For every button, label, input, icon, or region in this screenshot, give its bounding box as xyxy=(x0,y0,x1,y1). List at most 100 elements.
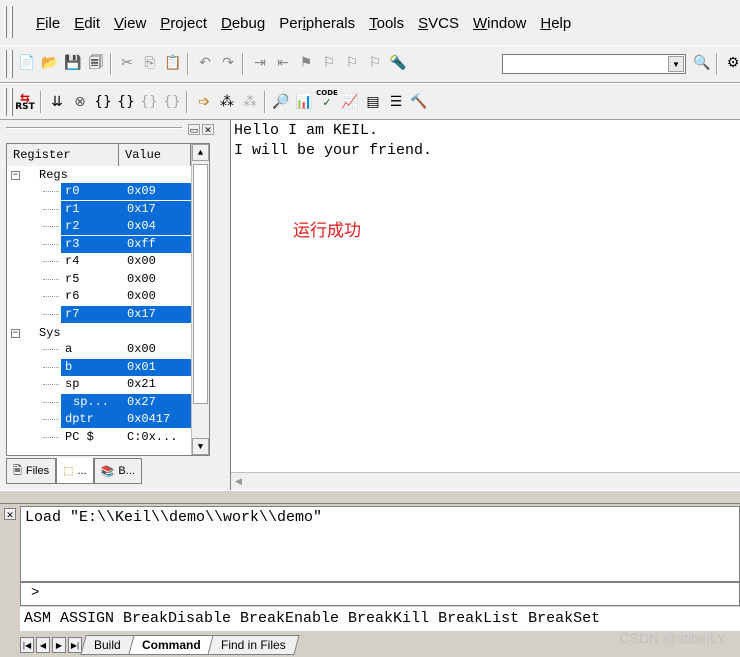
toolbox-icon[interactable]: 🔨 xyxy=(410,93,428,111)
menu-item-7[interactable]: SVCS xyxy=(418,15,459,32)
toolbar-grip[interactable] xyxy=(4,88,7,116)
menu-item-2[interactable]: View xyxy=(114,15,146,32)
register-name: sp... xyxy=(73,394,110,409)
collapse-icon[interactable]: − xyxy=(11,171,20,180)
close-icon[interactable]: ✕ xyxy=(4,508,16,520)
menu-item-1[interactable]: Edit xyxy=(74,15,100,32)
watch-icon[interactable]: 📊 xyxy=(295,93,313,111)
serial-output-window[interactable]: Hello I am KEIL. I will be your friend. … xyxy=(230,120,740,490)
copy-icon[interactable]: ⎘ xyxy=(141,54,159,72)
next-tab-icon[interactable]: ▶ xyxy=(52,637,66,653)
serial-window-icon[interactable]: ☰ xyxy=(387,93,405,111)
toolbar-grip-2[interactable] xyxy=(10,50,13,78)
register-row[interactable]: sp... 0x27 xyxy=(7,393,191,411)
scroll-up-icon[interactable]: ▲ xyxy=(192,144,209,161)
chevron-down-icon[interactable]: ▼ xyxy=(668,56,684,72)
register-row[interactable]: r3 0xff xyxy=(7,235,191,253)
register-row[interactable]: r7 0x17 xyxy=(7,305,191,323)
step-over-icon[interactable]: {} xyxy=(117,93,135,111)
splitter[interactable] xyxy=(0,490,740,504)
find-combo[interactable]: ▼ xyxy=(502,54,686,74)
save-icon[interactable]: 💾 xyxy=(64,54,82,72)
scroll-thumb[interactable] xyxy=(193,164,208,404)
tab-command[interactable]: Command xyxy=(128,635,215,655)
undo-icon[interactable]: ↶ xyxy=(196,54,214,72)
unindent-icon[interactable]: ⇤ xyxy=(274,54,292,72)
register-row[interactable]: r6 0x00 xyxy=(7,288,191,305)
vertical-scrollbar[interactable]: ▲ ▼ xyxy=(191,144,209,455)
first-tab-icon[interactable]: |◀ xyxy=(20,637,34,653)
run-icon[interactable]: ⇊ xyxy=(48,93,66,111)
tab-files[interactable]: 🗎 Files xyxy=(6,458,57,484)
watermark: CSDN @stibeiLY xyxy=(619,630,726,646)
bookmark-clear-icon[interactable]: ⚐ xyxy=(366,54,384,72)
menu-item-0[interactable]: File xyxy=(36,15,60,32)
tab-registers[interactable]: ⬚... xyxy=(56,458,94,484)
horizontal-scrollbar[interactable]: ◀ xyxy=(231,472,740,490)
last-tab-icon[interactable]: ▶| xyxy=(68,637,82,653)
menu-item-8[interactable]: Window xyxy=(473,15,526,32)
register-row[interactable]: r0 0x09 xyxy=(7,183,191,200)
reset-icon[interactable]: ⇆ RST xyxy=(14,90,36,114)
memory-icon[interactable]: ▤ xyxy=(364,93,382,111)
cut-icon[interactable]: ✂ xyxy=(118,54,136,72)
collapse-icon[interactable]: − xyxy=(11,329,20,338)
step-into-icon[interactable]: {} xyxy=(94,93,112,111)
new-file-icon[interactable]: 📄 xyxy=(18,54,36,72)
toolbar-grip[interactable] xyxy=(4,50,7,78)
register-row[interactable]: a 0x00 xyxy=(7,341,191,358)
close-icon[interactable]: ✕ xyxy=(202,124,214,135)
command-input[interactable]: > xyxy=(20,582,740,606)
register-row[interactable]: dptr 0x0417 xyxy=(7,411,191,428)
register-row[interactable]: r2 0x04 xyxy=(7,218,191,235)
prev-tab-icon[interactable]: ◀ xyxy=(36,637,50,653)
column-value[interactable]: Value xyxy=(119,144,191,166)
performance-icon[interactable]: 📈 xyxy=(341,93,359,111)
show-next-statement-icon[interactable]: ➩ xyxy=(195,93,213,111)
tab-build[interactable]: Build xyxy=(80,635,135,655)
menu-item-6[interactable]: Tools xyxy=(369,15,404,32)
enable-trace-icon[interactable]: ⁂ xyxy=(218,93,236,111)
books-icon: 📚 xyxy=(100,465,115,478)
menu-item-5[interactable]: Peripherals xyxy=(279,15,355,32)
toolbar-grip-2[interactable] xyxy=(10,88,13,116)
tab-books[interactable]: 📚 B... xyxy=(93,458,142,484)
scroll-down-icon[interactable]: ▼ xyxy=(192,438,209,455)
register-row[interactable]: r4 0x00 xyxy=(7,253,191,270)
menu-item-9[interactable]: Help xyxy=(540,15,571,32)
tab-find-in-files[interactable]: Find in Files xyxy=(207,635,300,655)
redo-icon[interactable]: ↷ xyxy=(219,54,237,72)
menu-grip-2[interactable] xyxy=(10,6,13,38)
indent-icon[interactable]: ⇥ xyxy=(251,54,269,72)
menu-grip[interactable] xyxy=(4,6,7,38)
run-to-cursor-icon[interactable]: {} xyxy=(163,93,181,111)
disassembly-icon[interactable]: 🔎 xyxy=(272,93,290,111)
register-name: r5 xyxy=(65,271,80,286)
view-trace-icon[interactable]: ⁂ xyxy=(241,93,259,111)
register-row[interactable]: b 0x01 xyxy=(7,358,191,376)
register-row[interactable]: r5 0x00 xyxy=(7,271,191,288)
column-register[interactable]: Register xyxy=(7,144,119,166)
tree-line xyxy=(43,226,59,227)
paste-icon[interactable]: 📋 xyxy=(164,54,182,72)
register-row[interactable]: PC $ C:0x... xyxy=(7,429,191,446)
more-icon[interactable]: ⚙ xyxy=(724,54,740,72)
open-folder-icon[interactable]: 📂 xyxy=(41,54,59,72)
register-tree[interactable]: Register Value − Regs r0 0x09 r1 0x17 r2 0x04 r3… xyxy=(6,143,210,456)
restore-icon[interactable]: ▭ xyxy=(188,124,200,135)
stop-icon[interactable]: ⊗ xyxy=(71,93,89,111)
binoculars-icon[interactable]: 🔍 xyxy=(693,54,711,72)
tree-line xyxy=(43,191,59,192)
code-coverage-icon[interactable]: CODE ✓ xyxy=(316,90,338,109)
bookmark-next-icon[interactable]: ⚐ xyxy=(343,54,361,72)
register-row[interactable]: sp 0x21 xyxy=(7,376,191,393)
menu-item-3[interactable]: Project xyxy=(160,15,207,32)
scroll-left-icon[interactable]: ◀ xyxy=(235,476,242,487)
save-all-icon[interactable]: 🗐 xyxy=(87,54,105,72)
register-row[interactable]: r1 0x17 xyxy=(7,200,191,218)
bookmark-prev-icon[interactable]: ⚐ xyxy=(320,54,338,72)
menu-item-4[interactable]: Debug xyxy=(221,15,265,32)
find-in-files-icon[interactable]: 🔦 xyxy=(389,54,407,72)
step-out-icon[interactable]: {} xyxy=(140,93,158,111)
bookmark-icon[interactable]: ⚑ xyxy=(297,54,315,72)
